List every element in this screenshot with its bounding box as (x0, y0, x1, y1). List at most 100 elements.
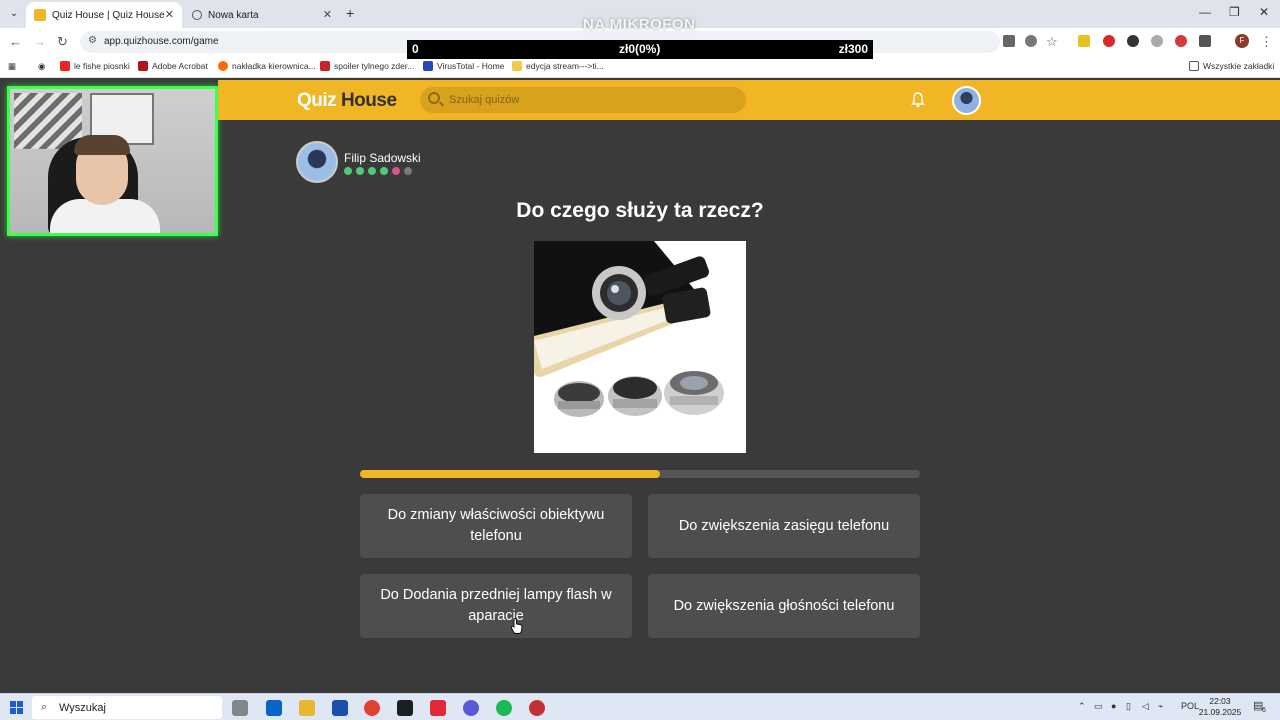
taskbar-clock[interactable]: 22:03 21.09.2025 (1198, 696, 1242, 718)
profile-avatar[interactable]: F (1235, 34, 1249, 48)
taskbar-search-label: Wyszukaj (59, 702, 106, 714)
chrome-icon[interactable]: ◉ (38, 61, 45, 72)
answer-option-4[interactable]: Do zwiększenia głośności telefonu (648, 574, 920, 638)
question-timer-bar (360, 470, 920, 478)
bookmark-item[interactable]: spoiler tylnego zder... (320, 61, 414, 71)
player-name: Filip Sadowski (344, 151, 421, 165)
globe-icon (192, 10, 202, 20)
player-avatar (296, 141, 338, 183)
clock-date: 21.09.2025 (1198, 707, 1242, 717)
stream-overlay-title: NA MIKROFON (583, 16, 696, 33)
wps-icon[interactable] (430, 700, 446, 716)
outlook-icon[interactable] (266, 700, 282, 716)
url-text: app.quizhouse.com/game (104, 36, 219, 47)
store-icon[interactable] (332, 700, 348, 716)
microphone-icon[interactable]: ● (1111, 701, 1116, 711)
minimize-icon[interactable]: — (1199, 5, 1211, 19)
window-close-icon[interactable]: ✕ (1259, 5, 1269, 19)
streak-dot (344, 167, 352, 175)
chevron-up-icon[interactable]: ⌃ (1078, 701, 1086, 712)
bookmark-site-icon (320, 61, 330, 71)
tab-title: Quiz House | Quiz House (52, 9, 165, 21)
extension-icon[interactable] (1078, 35, 1090, 47)
file-explorer-icon[interactable] (299, 700, 315, 716)
quiz-house-logo[interactable]: Quiz House (297, 90, 397, 112)
clock-time: 22:03 (1209, 696, 1231, 706)
bookmark-item[interactable]: Adobe Acrobat (138, 61, 208, 71)
quiz-search-input[interactable]: Szukaj quizów (420, 87, 746, 113)
answer-streak-dots (344, 167, 412, 175)
restore-icon[interactable]: ❐ (1229, 5, 1240, 19)
question-image (534, 241, 746, 453)
taskbar-search[interactable]: ⌕ Wyszukaj (32, 696, 222, 719)
allegro-icon (218, 61, 228, 71)
tab-title: Nowa karta (208, 9, 259, 21)
eye-off-icon[interactable] (1025, 35, 1037, 47)
streak-dot (368, 167, 376, 175)
extension-icon[interactable] (1127, 35, 1139, 47)
acrobat-icon (138, 61, 148, 71)
virustotal-icon (423, 61, 433, 71)
score-left: 0 (412, 42, 419, 56)
youtube-icon (60, 61, 70, 71)
question-text: Do czego służy ta rzecz? (516, 199, 764, 222)
folder-icon (512, 61, 522, 71)
bookmark-item[interactable]: VirusTotal - Home (423, 61, 504, 71)
notification-count: 6 (1262, 707, 1266, 714)
spotify-icon[interactable] (496, 700, 512, 716)
close-tab-icon[interactable]: ✕ (323, 8, 332, 21)
close-tab-icon[interactable]: ✕ (165, 8, 174, 21)
notification-bell-icon[interactable] (911, 92, 925, 108)
answer-option-3[interactable]: Do Dodania przedniej lampy flash w apara… (360, 574, 632, 638)
forward-icon[interactable]: → (33, 34, 46, 49)
new-tab-icon[interactable]: + (346, 5, 354, 21)
cast-icon[interactable] (1003, 35, 1015, 47)
score-right: zł300 (838, 42, 868, 56)
extension-icon[interactable] (1175, 35, 1187, 47)
search-placeholder: Szukaj quizów (449, 94, 520, 106)
bookmark-item[interactable]: nakładka kierownica... (218, 61, 316, 71)
extensions-puzzle-icon[interactable] (1199, 35, 1211, 47)
app-icon[interactable] (529, 700, 545, 716)
score-center: zł0(0%) (619, 42, 661, 56)
volume-icon[interactable]: ◁ (1142, 701, 1149, 712)
search-icon: ⌕ (41, 701, 48, 713)
streak-dot (404, 167, 412, 175)
tab-quiz-house[interactable]: Quiz House | Quiz House ✕ (26, 2, 182, 28)
apps-grid-icon[interactable]: ▦ (8, 61, 16, 72)
hand-cursor-icon (511, 618, 523, 634)
answer-option-2[interactable]: Do zwiększenia zasięgu telefonu (648, 494, 920, 558)
back-icon[interactable]: ← (9, 34, 22, 49)
stream-score-bar: 0 zł0(0%) zł300 (407, 40, 873, 59)
tab-new[interactable]: Nowa karta ✕ (184, 2, 340, 28)
folder-icon (1189, 61, 1199, 71)
display-icon[interactable]: ▯ (1126, 701, 1131, 712)
clip-lens-kit-illustration (534, 241, 724, 417)
all-bookmarks[interactable]: Wszystkie zakładki (1189, 61, 1274, 71)
bookmark-item[interactable]: edycja stream--->ti... (512, 61, 604, 71)
task-view-icon[interactable] (232, 700, 248, 716)
tab-search-menu[interactable]: ⌄ (6, 6, 22, 22)
extension-icon[interactable] (1151, 35, 1163, 47)
user-avatar[interactable] (952, 86, 981, 115)
network-icon[interactable]: ⌁ (1158, 701, 1163, 712)
messenger-icon[interactable] (463, 700, 479, 716)
answer-option-1[interactable]: Do zmiany właściwości obiektywu telefonu (360, 494, 632, 558)
windows-start-icon[interactable] (10, 701, 23, 714)
more-menu-icon[interactable]: ⋮ (1260, 34, 1273, 50)
site-info-icon[interactable]: ⚙ (88, 35, 97, 46)
windows-taskbar: ⌕ Wyszukaj ⌃ ▭ ● ▯ ◁ ⌁ POL 22:03 21.09.2… (0, 693, 1280, 720)
streak-dot (392, 167, 400, 175)
battery-icon[interactable]: ▭ (1094, 701, 1103, 712)
language-indicator[interactable]: POL (1181, 701, 1199, 711)
chrome-icon[interactable] (364, 700, 380, 716)
bookmark-star-icon[interactable]: ☆ (1046, 34, 1058, 50)
reload-icon[interactable]: ↻ (57, 34, 68, 50)
extension-icon[interactable] (1103, 35, 1115, 47)
bookmark-item[interactable]: le fishe piosnki (60, 61, 130, 71)
quizhouse-favicon (34, 9, 46, 21)
bookmarks-bar: ▦ ◉ le fishe piosnki Adobe Acrobat nakła… (0, 56, 1280, 78)
search-icon (428, 92, 440, 104)
timer-fill (360, 470, 660, 478)
capcut-icon[interactable] (397, 700, 413, 716)
